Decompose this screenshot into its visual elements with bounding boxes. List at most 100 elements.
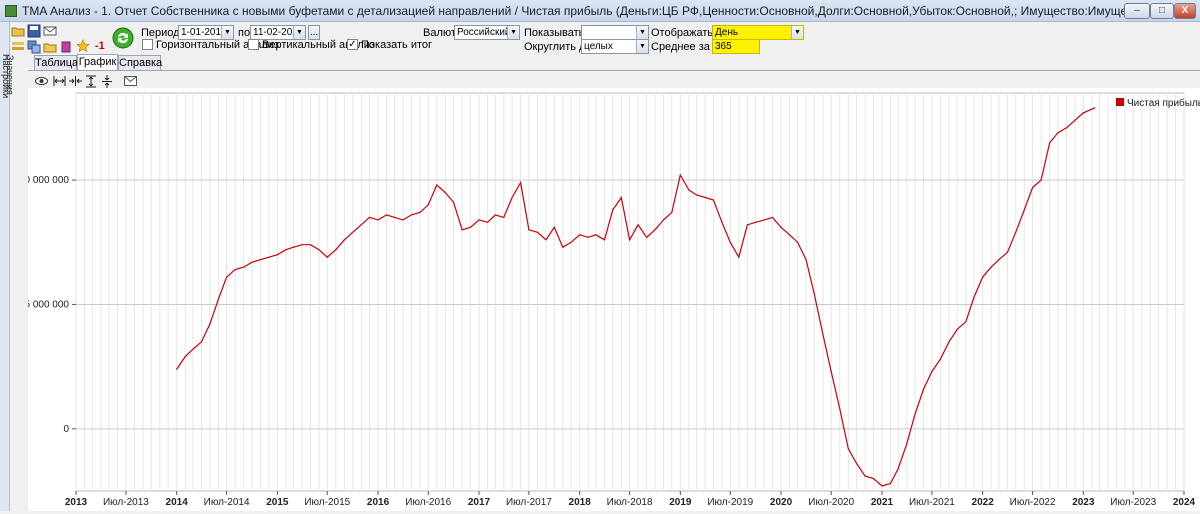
x-tick-label: 2013 bbox=[65, 497, 88, 508]
chevron-down-icon[interactable]: ▼ bbox=[293, 26, 305, 39]
period-from-date[interactable]: 1-01-2014 ▼ bbox=[178, 25, 234, 40]
data-point bbox=[839, 408, 841, 410]
data-point bbox=[998, 259, 1000, 261]
period-to-date[interactable]: 11-02-2023 ▼ bbox=[250, 25, 306, 40]
data-point bbox=[872, 478, 875, 480]
data-point bbox=[377, 219, 379, 221]
data-point bbox=[386, 214, 388, 216]
horizontal-analysis-checkbox[interactable] bbox=[142, 39, 153, 50]
data-point bbox=[469, 226, 471, 228]
x-tick-label: 2016 bbox=[367, 497, 390, 508]
data-point bbox=[889, 482, 892, 485]
folder-icon[interactable] bbox=[43, 40, 57, 54]
data-point bbox=[1032, 186, 1034, 189]
x-tick-label: 2019 bbox=[669, 497, 692, 508]
display-label: Отображать: bbox=[651, 27, 717, 39]
data-point bbox=[184, 356, 186, 358]
x-tick-label: 2020 bbox=[770, 497, 793, 508]
x-tick-label: 2017 bbox=[468, 497, 491, 508]
data-point bbox=[982, 276, 984, 278]
x-tick-label: Июл-2020 bbox=[808, 497, 854, 508]
app-icon bbox=[5, 5, 17, 17]
data-point bbox=[780, 226, 782, 228]
fit-width-icon[interactable] bbox=[53, 75, 66, 87]
maximize-button[interactable]: □ bbox=[1150, 3, 1174, 19]
data-point bbox=[881, 485, 883, 487]
chevron-down-icon[interactable]: ▼ bbox=[636, 26, 648, 39]
display-select[interactable]: День ▼ bbox=[712, 25, 804, 40]
x-tick-label: Июл-2017 bbox=[506, 497, 552, 508]
data-point bbox=[251, 261, 253, 263]
x-tick-label: Июл-2022 bbox=[1010, 497, 1056, 508]
eye-icon[interactable] bbox=[35, 75, 48, 87]
data-point bbox=[948, 341, 950, 343]
copy-icon[interactable] bbox=[27, 40, 41, 54]
data-point bbox=[1082, 112, 1084, 114]
x-tick-label: Июл-2014 bbox=[204, 497, 250, 508]
data-point bbox=[1065, 127, 1068, 129]
x-tick-label: 2015 bbox=[266, 497, 289, 508]
data-point bbox=[923, 388, 925, 390]
data-point bbox=[570, 241, 572, 243]
vertical-analysis-checkbox[interactable] bbox=[248, 39, 259, 50]
data-point bbox=[914, 413, 916, 415]
round-select[interactable]: целых ▼ bbox=[581, 39, 649, 54]
x-tick-label: Июл-2023 bbox=[1110, 497, 1156, 508]
show-in-select[interactable]: ▼ bbox=[581, 25, 649, 40]
data-point bbox=[293, 246, 295, 248]
data-point bbox=[931, 371, 933, 373]
data-point bbox=[419, 211, 421, 213]
mail-icon[interactable] bbox=[43, 24, 57, 38]
data-point bbox=[394, 216, 396, 218]
data-point bbox=[738, 256, 740, 258]
chevron-down-icon[interactable]: ▼ bbox=[791, 26, 803, 39]
mail-icon[interactable] bbox=[124, 76, 137, 86]
open-folder-icon[interactable] bbox=[11, 24, 25, 38]
data-point bbox=[696, 194, 698, 196]
data-point bbox=[1015, 231, 1017, 233]
period-picker-button[interactable]: ... bbox=[308, 25, 320, 40]
data-point bbox=[856, 463, 858, 465]
legend-label: Чистая прибыль bbox=[1127, 97, 1200, 109]
data-point bbox=[679, 174, 681, 176]
round-value: целых bbox=[584, 41, 613, 52]
minimize-button[interactable]: – bbox=[1124, 3, 1150, 19]
data-point bbox=[427, 204, 429, 206]
fit-height-icon[interactable] bbox=[85, 75, 97, 88]
tab-table[interactable]: Таблица bbox=[34, 55, 78, 70]
data-point bbox=[847, 448, 849, 450]
list-icon[interactable] bbox=[11, 40, 25, 54]
refresh-icon[interactable] bbox=[112, 27, 134, 49]
data-point bbox=[906, 443, 908, 445]
data-point bbox=[217, 298, 219, 301]
chevron-down-icon[interactable]: ▼ bbox=[221, 26, 233, 39]
show-total-checkbox[interactable]: ✓ bbox=[347, 39, 358, 50]
shrink-width-icon[interactable] bbox=[69, 75, 82, 87]
chevron-down-icon[interactable]: ▼ bbox=[636, 40, 648, 53]
data-point bbox=[402, 219, 404, 221]
y-tick-label: 10 000 000 bbox=[28, 175, 69, 186]
shrink-height-icon[interactable] bbox=[101, 75, 113, 88]
data-point bbox=[721, 221, 723, 223]
currency-select[interactable]: Российский ру ▼ bbox=[454, 25, 520, 40]
side-tab-values[interactable]: Значения bbox=[5, 55, 15, 95]
close-button[interactable]: X bbox=[1174, 3, 1196, 19]
data-point bbox=[511, 196, 513, 199]
x-tick-label: 2024 bbox=[1173, 497, 1196, 508]
save-icon[interactable] bbox=[27, 24, 41, 38]
star-icon[interactable] bbox=[76, 39, 90, 53]
tab-chart[interactable]: График bbox=[77, 54, 118, 70]
data-point bbox=[746, 224, 749, 226]
data-point bbox=[226, 276, 228, 278]
data-point bbox=[478, 219, 480, 221]
data-point bbox=[797, 241, 799, 243]
x-tick-label: Июл-2021 bbox=[909, 497, 955, 508]
display-value: День bbox=[715, 27, 739, 38]
avg-days-input[interactable]: 365 bbox=[712, 39, 760, 54]
tab-help[interactable]: Справка bbox=[118, 55, 162, 70]
data-point bbox=[830, 371, 832, 373]
book-icon[interactable] bbox=[59, 40, 73, 54]
data-point bbox=[243, 266, 245, 268]
chevron-down-icon[interactable]: ▼ bbox=[507, 26, 519, 39]
data-point bbox=[1057, 132, 1059, 134]
